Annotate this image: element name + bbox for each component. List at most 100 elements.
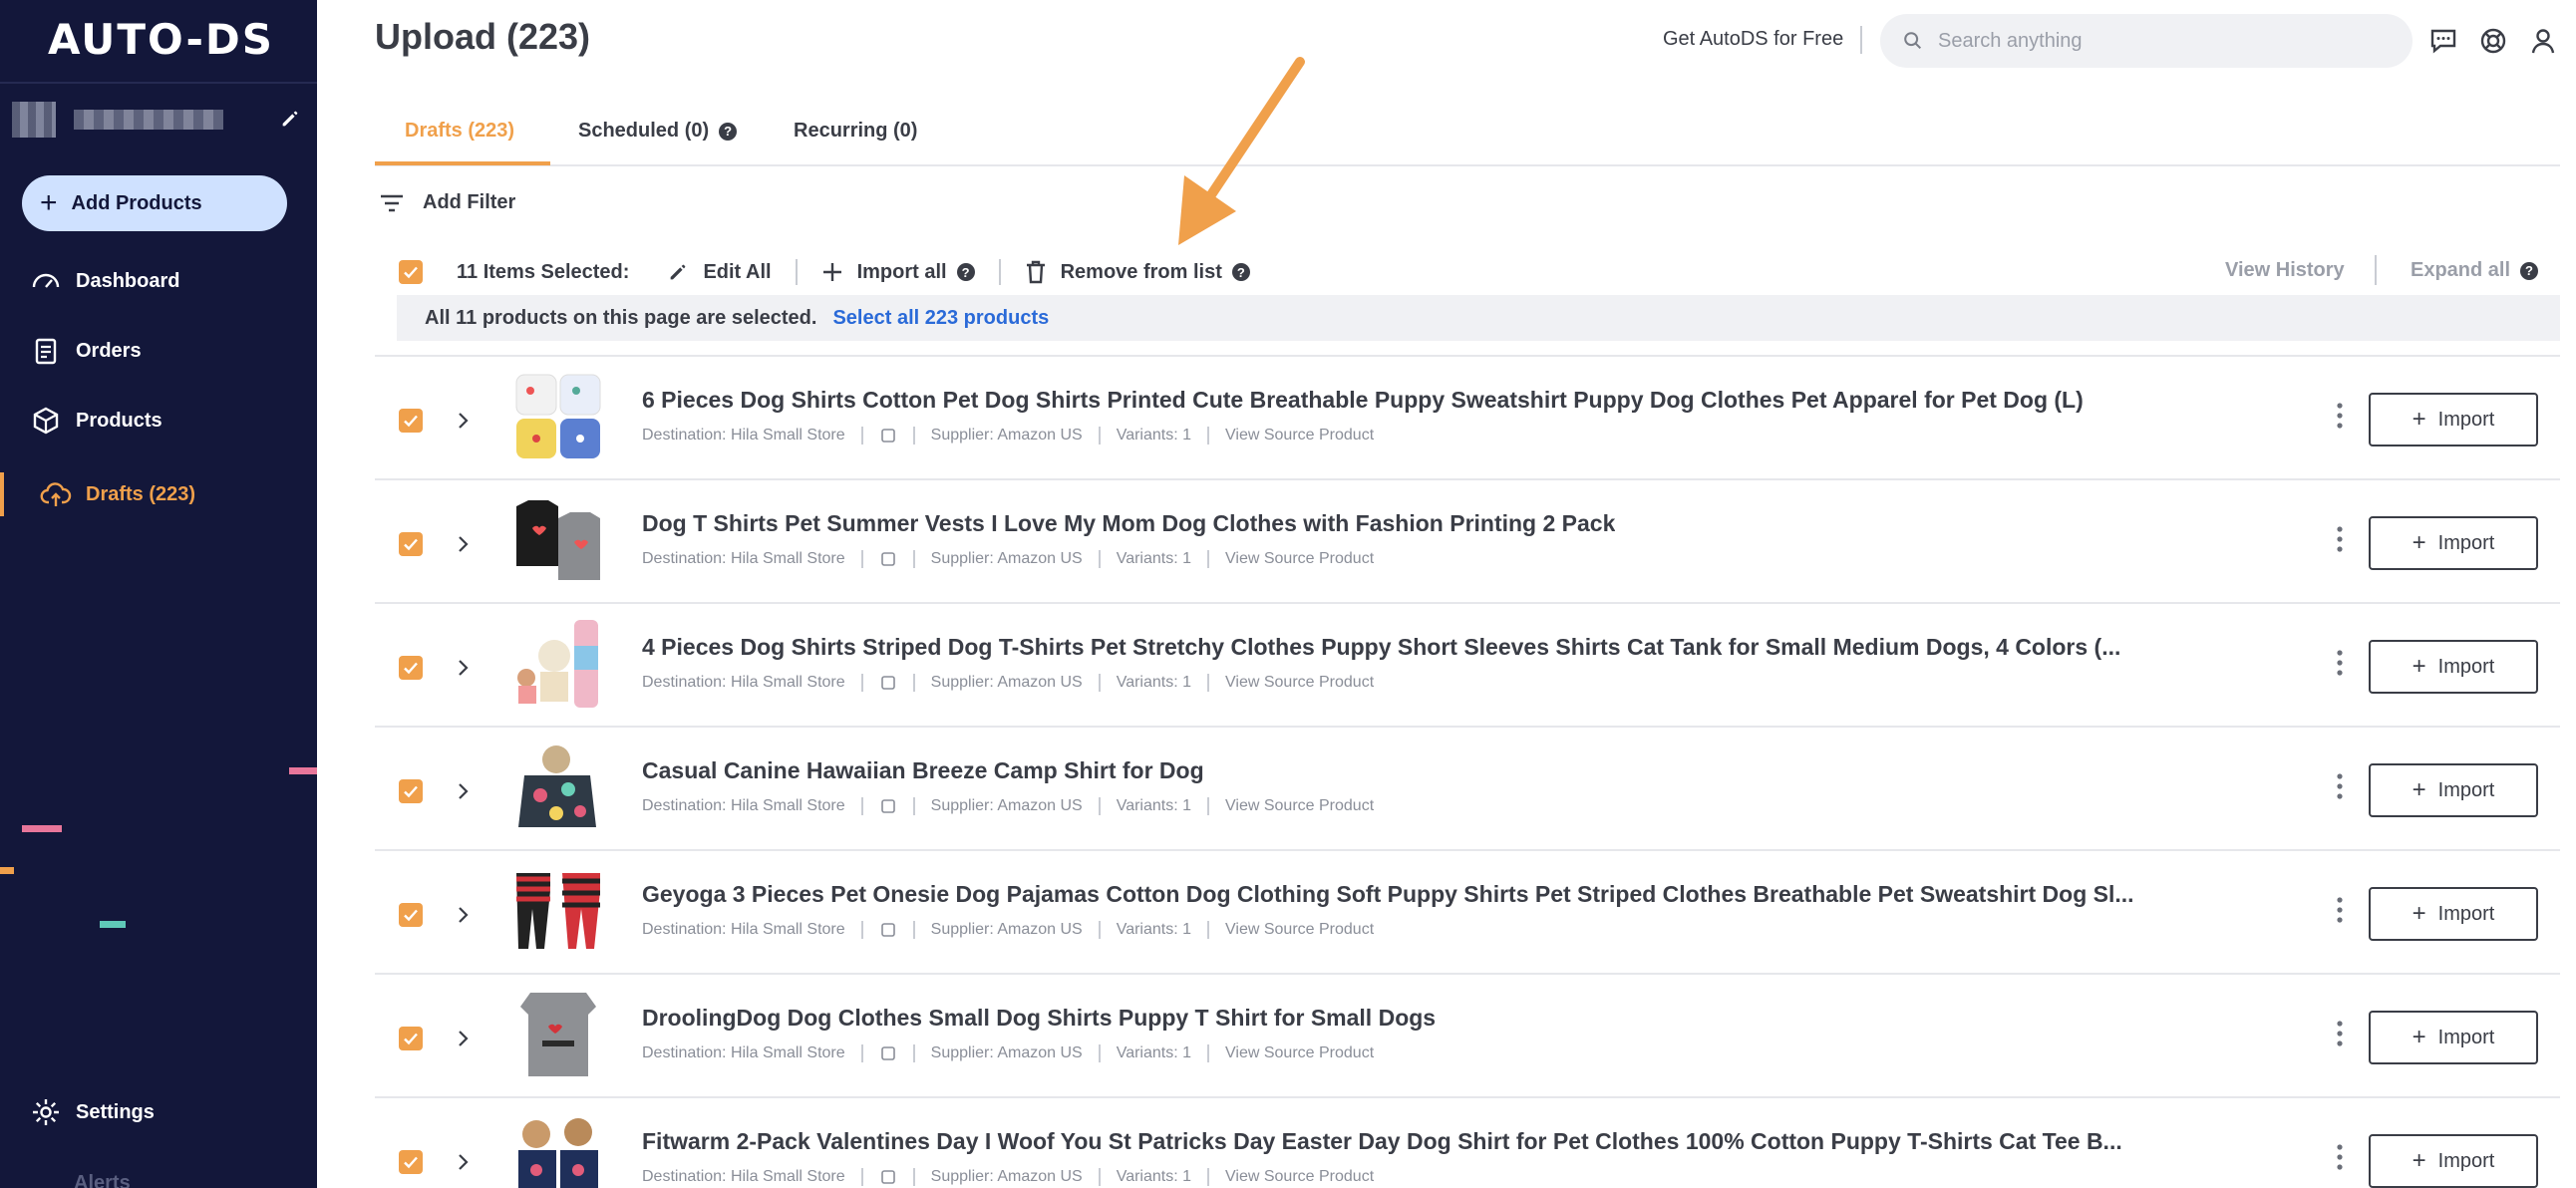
view-source-link[interactable]: View Source Product: [1225, 1044, 1374, 1062]
chevron-right-icon[interactable]: [451, 409, 475, 433]
chevron-right-icon[interactable]: [451, 903, 475, 927]
product-title[interactable]: 4 Pieces Dog Shirts Striped Dog T-Shirts…: [642, 634, 2120, 661]
get-autods-free-link[interactable]: Get AutoDS for Free: [1663, 28, 1843, 51]
table-row[interactable]: Dog T Shirts Pet Summer Vests I Love My …: [375, 478, 2560, 602]
import-all-button[interactable]: Import all ?: [821, 261, 975, 284]
more-vertical-icon[interactable]: [2335, 1142, 2345, 1172]
import-label: Import: [2437, 902, 2495, 925]
autods-logo[interactable]: AUTO-DS: [48, 8, 274, 70]
question-icon[interactable]: ?: [2520, 261, 2539, 280]
view-source-link[interactable]: View Source Product: [1225, 797, 1374, 815]
trash-icon: [1026, 260, 1045, 284]
remove-from-list-button[interactable]: Remove from list ?: [1025, 260, 1250, 284]
store-selector[interactable]: [12, 100, 301, 140]
import-button[interactable]: + Import: [2369, 1011, 2538, 1064]
view-source-link[interactable]: View Source Product: [1225, 1168, 1374, 1186]
chevron-right-icon[interactable]: [451, 779, 475, 803]
question-icon[interactable]: ?: [956, 263, 975, 281]
product-thumbnail[interactable]: [510, 616, 606, 712]
product-title[interactable]: DroolingDog Dog Clothes Small Dog Shirts…: [642, 1005, 1436, 1032]
product-thumbnail[interactable]: [510, 987, 606, 1082]
import-all-label: Import all: [856, 260, 947, 283]
pencil-icon[interactable]: [279, 108, 301, 130]
search-input[interactable]: [1938, 29, 2397, 53]
question-icon[interactable]: ?: [719, 122, 738, 141]
view-source-link[interactable]: View Source Product: [1225, 550, 1374, 568]
sidebar-item-orders[interactable]: Orders: [0, 321, 317, 381]
view-history-button[interactable]: View History: [2225, 259, 2345, 282]
destination-text: Destination: Hila Small Store: [642, 797, 845, 814]
import-button[interactable]: + Import: [2369, 887, 2538, 941]
import-button[interactable]: + Import: [2369, 640, 2538, 694]
row-checkbox[interactable]: [399, 532, 423, 556]
row-checkbox[interactable]: [399, 903, 423, 927]
table-row[interactable]: Casual Canine Hawaiian Breeze Camp Shirt…: [375, 726, 2560, 849]
select-all-products-link[interactable]: Select all 223 products: [832, 307, 1049, 330]
sidebar-item-label: Dashboard: [76, 269, 180, 292]
supplier-text: Supplier: Amazon US: [930, 427, 1083, 444]
product-thumbnail[interactable]: [510, 863, 606, 959]
row-checkbox[interactable]: [399, 1150, 423, 1174]
product-title[interactable]: Casual Canine Hawaiian Breeze Camp Shirt…: [642, 757, 1204, 784]
view-source-link[interactable]: View Source Product: [1225, 674, 1374, 692]
product-thumbnail[interactable]: [510, 369, 606, 464]
chevron-right-icon[interactable]: [451, 1027, 475, 1050]
select-all-checkbox[interactable]: [399, 260, 423, 284]
sidebar-item-label: Orders: [76, 339, 142, 362]
product-thumbnail[interactable]: [510, 740, 606, 835]
tab-scheduled[interactable]: Scheduled (0) ?: [578, 120, 738, 143]
import-button[interactable]: + Import: [2369, 516, 2538, 570]
chevron-right-icon[interactable]: [451, 532, 475, 556]
product-title[interactable]: Fitwarm 2-Pack Valentines Day I Woof You…: [642, 1128, 2122, 1155]
table-row[interactable]: Geyoga 3 Pieces Pet Onesie Dog Pajamas C…: [375, 849, 2560, 973]
more-vertical-icon[interactable]: [2335, 524, 2345, 554]
add-filter-button[interactable]: Add Filter: [379, 191, 515, 214]
help-lifebuoy-icon[interactable]: [2478, 26, 2508, 56]
tab-recurring[interactable]: Recurring (0): [794, 120, 917, 143]
view-source-link[interactable]: View Source Product: [1225, 921, 1374, 939]
view-source-link[interactable]: View Source Product: [1225, 427, 1374, 445]
sidebar-item-drafts[interactable]: Drafts (223): [0, 464, 317, 524]
import-button[interactable]: + Import: [2369, 393, 2538, 446]
product-title[interactable]: Geyoga 3 Pieces Pet Onesie Dog Pajamas C…: [642, 881, 2134, 908]
table-row[interactable]: 4 Pieces Dog Shirts Striped Dog T-Shirts…: [375, 602, 2560, 726]
add-products-button[interactable]: + Add Products: [22, 175, 287, 231]
table-row[interactable]: DroolingDog Dog Clothes Small Dog Shirts…: [375, 973, 2560, 1096]
product-title[interactable]: 6 Pieces Dog Shirts Cotton Pet Dog Shirt…: [642, 387, 2084, 414]
product-title[interactable]: Dog T Shirts Pet Summer Vests I Love My …: [642, 510, 1615, 537]
more-vertical-icon[interactable]: [2335, 648, 2345, 678]
sidebar-divider: [0, 82, 317, 84]
tab-drafts[interactable]: Drafts (223): [405, 120, 514, 143]
import-button[interactable]: + Import: [2369, 763, 2538, 817]
question-icon[interactable]: ?: [1231, 263, 1250, 281]
expand-all-button[interactable]: Expand all ?: [2411, 259, 2539, 282]
row-checkbox[interactable]: [399, 656, 423, 680]
user-icon[interactable]: [2528, 26, 2558, 56]
sidebar-item-settings[interactable]: Settings: [0, 1082, 317, 1142]
sidebar-item-products[interactable]: Products: [0, 391, 317, 450]
more-vertical-icon[interactable]: [2335, 401, 2345, 431]
row-checkbox[interactable]: [399, 409, 423, 433]
table-row[interactable]: Fitwarm 2-Pack Valentines Day I Woof You…: [375, 1096, 2560, 1188]
more-vertical-icon[interactable]: [2335, 895, 2345, 925]
destination-text: Destination: Hila Small Store: [642, 1168, 845, 1185]
more-vertical-icon[interactable]: [2335, 771, 2345, 801]
chevron-right-icon[interactable]: [451, 656, 475, 680]
edit-all-button[interactable]: Edit All: [667, 261, 772, 284]
more-vertical-icon[interactable]: [2335, 1019, 2345, 1048]
chat-icon[interactable]: [2428, 26, 2458, 56]
sidebar-item-alerts[interactable]: Alerts: [74, 1172, 131, 1188]
selection-banner-text: All 11 products on this page are selecte…: [425, 306, 817, 329]
store-avatar: [12, 102, 56, 138]
sidebar-item-label: Drafts (223): [86, 482, 196, 505]
search-bar[interactable]: [1880, 14, 2413, 68]
chevron-right-icon[interactable]: [451, 1150, 475, 1174]
sidebar-item-dashboard[interactable]: Dashboard: [0, 251, 317, 311]
supplier-text: Supplier: Amazon US: [930, 550, 1083, 567]
table-row[interactable]: 6 Pieces Dog Shirts Cotton Pet Dog Shirt…: [375, 355, 2560, 478]
row-checkbox[interactable]: [399, 1027, 423, 1050]
product-thumbnail[interactable]: [510, 1110, 606, 1188]
import-button[interactable]: + Import: [2369, 1134, 2538, 1188]
product-thumbnail[interactable]: [510, 492, 606, 588]
row-checkbox[interactable]: [399, 779, 423, 803]
